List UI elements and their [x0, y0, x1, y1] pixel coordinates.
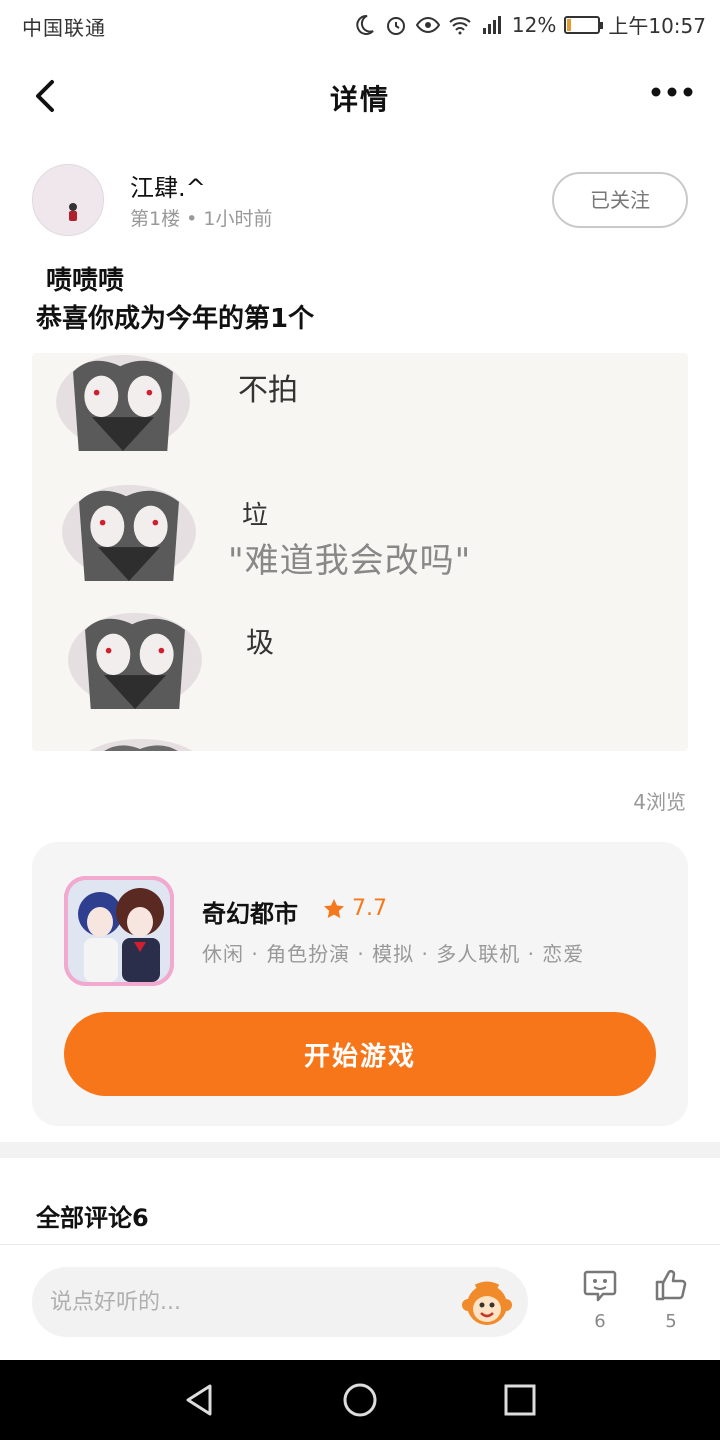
post-text: 啧啧啧 恭喜你成为今年的第1个 [36, 262, 314, 338]
nav-home-circle-icon[interactable] [340, 1380, 380, 1420]
like-action[interactable]: 5 [641, 1267, 701, 1332]
comment-count: 6 [594, 1311, 606, 1332]
follow-button[interactable]: 已关注 [552, 172, 688, 228]
game-tags: 休闲 · 角色扮演 · 模拟 · 多人联机 · 恋爱 [202, 942, 585, 966]
bottom-action-bar: 6 5 [0, 1245, 720, 1360]
game-art-icon [64, 876, 174, 986]
meme-face-4 [89, 739, 193, 751]
meme-quote: "难道我会改吗" [228, 541, 472, 581]
comment-action[interactable]: 6 [570, 1267, 630, 1332]
page-title: 详情 [329, 83, 390, 116]
meme-caption-2: 垃 [242, 501, 269, 531]
game-icon[interactable] [64, 876, 174, 986]
author-row: 江肆.^ 第1楼 • 1小时前 已关注 [32, 164, 688, 238]
more-options-icon[interactable] [650, 78, 694, 106]
clock: 上午10:57 [608, 14, 706, 38]
comment-bubble-icon [583, 1270, 617, 1302]
view-count: 4浏览 [633, 790, 686, 814]
nav-recents-square-icon[interactable] [500, 1380, 540, 1420]
avatar[interactable] [32, 164, 104, 236]
signal-icon [482, 15, 501, 34]
top-nav: 详情 [0, 50, 720, 142]
game-rating: 7.7 [322, 896, 387, 921]
meme-caption-3: 圾 [246, 626, 275, 659]
post-image[interactable]: 不拍 垃 "难道我会改吗" 圾 [32, 353, 688, 751]
wifi-icon [449, 16, 471, 34]
monkey-mascot-icon[interactable] [462, 1279, 512, 1327]
carrier-label: 中国联通 [22, 16, 106, 40]
avatar-figure-icon [69, 203, 77, 221]
status-bar: 中国联通 12% 上午10:57 [0, 0, 720, 50]
like-count: 5 [665, 1311, 677, 1332]
battery-icon [564, 15, 604, 34]
author-name[interactable]: 江肆.^ [130, 168, 206, 203]
meme-face-2 [62, 484, 196, 581]
time-ago: 1小时前 [203, 208, 273, 230]
meta-dot: • [186, 208, 204, 230]
rating-value: 7.7 [352, 896, 387, 921]
meme-face-1 [56, 354, 190, 451]
system-nav-bar [0, 1360, 720, 1440]
post-meta: 第1楼 • 1小时前 [130, 204, 272, 231]
battery-percent: 12% [511, 12, 557, 37]
battery-fill [567, 18, 572, 31]
comment-input[interactable] [32, 1267, 528, 1337]
game-card[interactable]: 奇幻都市 7.7 休闲 · 角色扮演 · 模拟 · 多人联机 · 恋爱 开始游戏 [32, 842, 688, 1126]
comments-title: 全部评论6 [36, 1204, 149, 1232]
game-name: 奇幻都市 [202, 900, 298, 928]
floor-label: 第1楼 [130, 208, 181, 230]
meme-face-3 [68, 612, 202, 709]
alarm-icon [386, 16, 405, 35]
status-icons: 12% 上午10:57 [352, 10, 706, 39]
thumbs-up-icon [655, 1270, 687, 1301]
post-line-2: 恭喜你成为今年的第1个 [36, 304, 315, 334]
nav-back-triangle-icon[interactable] [180, 1380, 220, 1420]
section-separator [0, 1142, 720, 1158]
moon-icon [356, 14, 374, 35]
meme-caption-1: 不拍 [238, 373, 298, 408]
star-icon [324, 898, 344, 918]
post-line-1: 啧啧啧 [46, 266, 125, 296]
start-game-button[interactable]: 开始游戏 [64, 1012, 656, 1096]
eye-icon [415, 16, 440, 33]
